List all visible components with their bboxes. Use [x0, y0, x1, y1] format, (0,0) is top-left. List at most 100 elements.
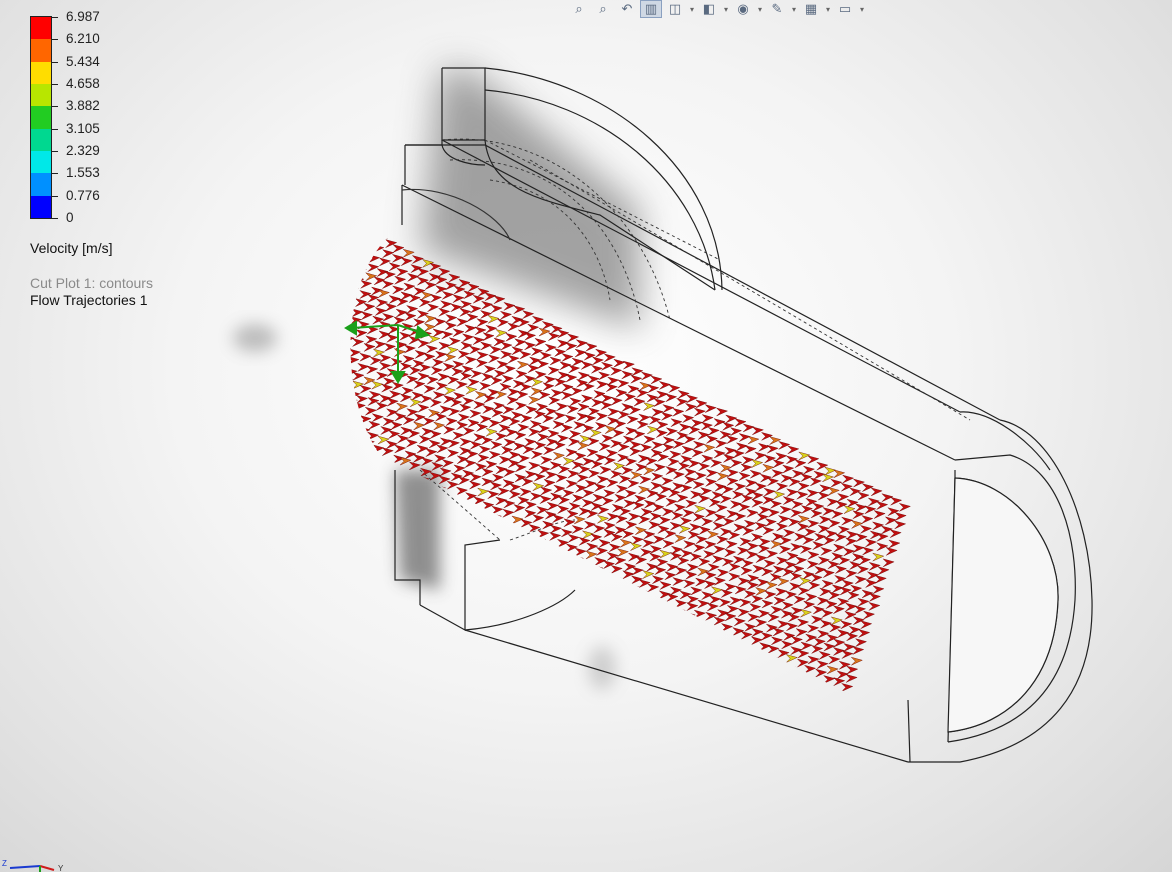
flow-arrow	[605, 449, 618, 458]
flow-arrow	[493, 337, 506, 347]
flow-arrow	[830, 478, 843, 488]
flow-arrow	[452, 536, 465, 545]
flow-arrow	[731, 732, 742, 740]
flow-trajectories-label[interactable]: Flow Trajectories 1	[30, 292, 147, 308]
flow-arrow	[278, 448, 289, 456]
cut-plot-label[interactable]: Cut Plot 1: contours	[30, 275, 153, 291]
flow-arrow	[784, 728, 795, 736]
flow-arrow	[445, 554, 458, 564]
flow-arrow	[679, 517, 692, 526]
flow-arrow	[532, 514, 545, 523]
flow-arrow	[720, 623, 734, 632]
flow-arrow	[671, 712, 684, 720]
flow-arrow	[638, 579, 651, 588]
hide-show-dropdown[interactable]: ▾	[756, 5, 764, 14]
flow-arrow	[573, 515, 586, 525]
flow-arrow	[801, 674, 815, 683]
flow-arrow	[568, 430, 582, 439]
flow-arrow	[350, 348, 362, 358]
flow-arrow	[309, 348, 320, 356]
flow-arrow	[481, 467, 494, 477]
flow-arrow	[366, 503, 379, 513]
flow-arrow	[772, 627, 785, 637]
flow-arrow	[781, 567, 795, 577]
flow-arrow	[333, 467, 344, 475]
flow-arrow	[331, 476, 342, 484]
velocity-legend[interactable]: 6.987 6.210 5.434 4.658 3.882 3.105 2.329 1.553…	[30, 10, 230, 314]
flow-arrow	[609, 574, 623, 584]
flow-arrow	[654, 566, 667, 575]
flow-arrow	[301, 365, 312, 373]
zoom-to-area-icon[interactable]: ⌕	[592, 0, 614, 18]
flow-arrow	[709, 628, 722, 637]
graphics-viewport[interactable]: 6.987 6.210 5.434 4.658 3.882 3.105 2.329 1.553…	[0, 0, 1172, 872]
flow-arrow	[267, 515, 278, 523]
flow-arrow	[521, 551, 534, 561]
flow-arrow	[402, 416, 415, 425]
flow-arrow	[874, 574, 887, 584]
flow-arrow	[659, 715, 672, 720]
flow-arrow	[352, 371, 365, 381]
flow-arrow	[837, 597, 850, 607]
flow-arrow	[538, 590, 551, 600]
flow-arrow	[857, 491, 870, 501]
flow-arrow	[677, 630, 690, 639]
flow-arrow	[655, 429, 668, 438]
flow-arrow	[816, 461, 829, 471]
flow-arrow	[701, 414, 714, 423]
flow-arrow	[328, 284, 339, 292]
flow-arrow	[562, 489, 575, 498]
flow-arrow	[350, 462, 360, 472]
flow-arrow	[775, 482, 789, 492]
flow-arrow	[381, 280, 394, 289]
flow-arrow	[710, 586, 723, 595]
flow-arrow	[653, 704, 667, 713]
apply-scene-dropdown[interactable]: ▾	[824, 5, 832, 14]
flow-arrow	[350, 520, 352, 530]
flow-arrow	[330, 243, 341, 251]
flow-arrow	[723, 655, 736, 664]
flow-arrow	[746, 542, 759, 551]
flow-arrow	[528, 395, 541, 405]
display-style-dropdown[interactable]: ▾	[722, 5, 730, 14]
flow-arrow	[542, 446, 556, 455]
flow-arrow	[323, 536, 334, 544]
edit-appearance-icon[interactable]: ✎	[766, 0, 788, 18]
flow-arrow	[315, 497, 326, 505]
flow-arrow	[429, 398, 442, 408]
view-settings-icon[interactable]: ▭	[834, 0, 856, 18]
flow-arrow	[326, 461, 337, 469]
apply-scene-icon[interactable]: ▦	[800, 0, 822, 18]
previous-view-icon[interactable]: ↶	[616, 0, 638, 18]
flow-arrow	[683, 611, 696, 621]
flow-arrow	[734, 482, 747, 492]
view-orientation-dropdown[interactable]: ▾	[688, 5, 696, 14]
flow-arrow	[716, 472, 729, 481]
flow-arrow	[616, 453, 630, 463]
flow-arrow	[732, 763, 743, 771]
flow-arrow	[287, 515, 298, 523]
zoom-to-fit-icon[interactable]: ⌕	[568, 0, 590, 18]
flow-arrow	[359, 290, 372, 299]
flow-arrow	[354, 298, 368, 307]
flow-arrow	[664, 635, 677, 645]
flow-arrow	[749, 469, 762, 479]
legend-tick-mark	[52, 61, 58, 63]
flow-arrow	[365, 232, 378, 241]
flow-arrow	[490, 609, 503, 618]
view-orientation-icon[interactable]: ◫	[664, 0, 686, 18]
flow-arrow	[488, 450, 501, 460]
flow-arrow	[558, 560, 572, 570]
hide-show-items-icon[interactable]: ◉	[732, 0, 754, 18]
flow-arrow	[373, 507, 386, 517]
display-style-icon[interactable]: ◧	[698, 0, 720, 18]
flow-arrow	[692, 650, 705, 660]
view-settings-dropdown[interactable]: ▾	[858, 5, 866, 14]
legend-color-bar	[30, 16, 52, 219]
flow-arrow	[306, 420, 317, 428]
edit-appearance-dropdown[interactable]: ▾	[790, 5, 798, 14]
flow-arrow	[263, 523, 274, 531]
flow-arrow	[357, 362, 370, 372]
flow-arrow	[351, 413, 364, 422]
section-view-icon[interactable]: ▥	[640, 0, 662, 18]
